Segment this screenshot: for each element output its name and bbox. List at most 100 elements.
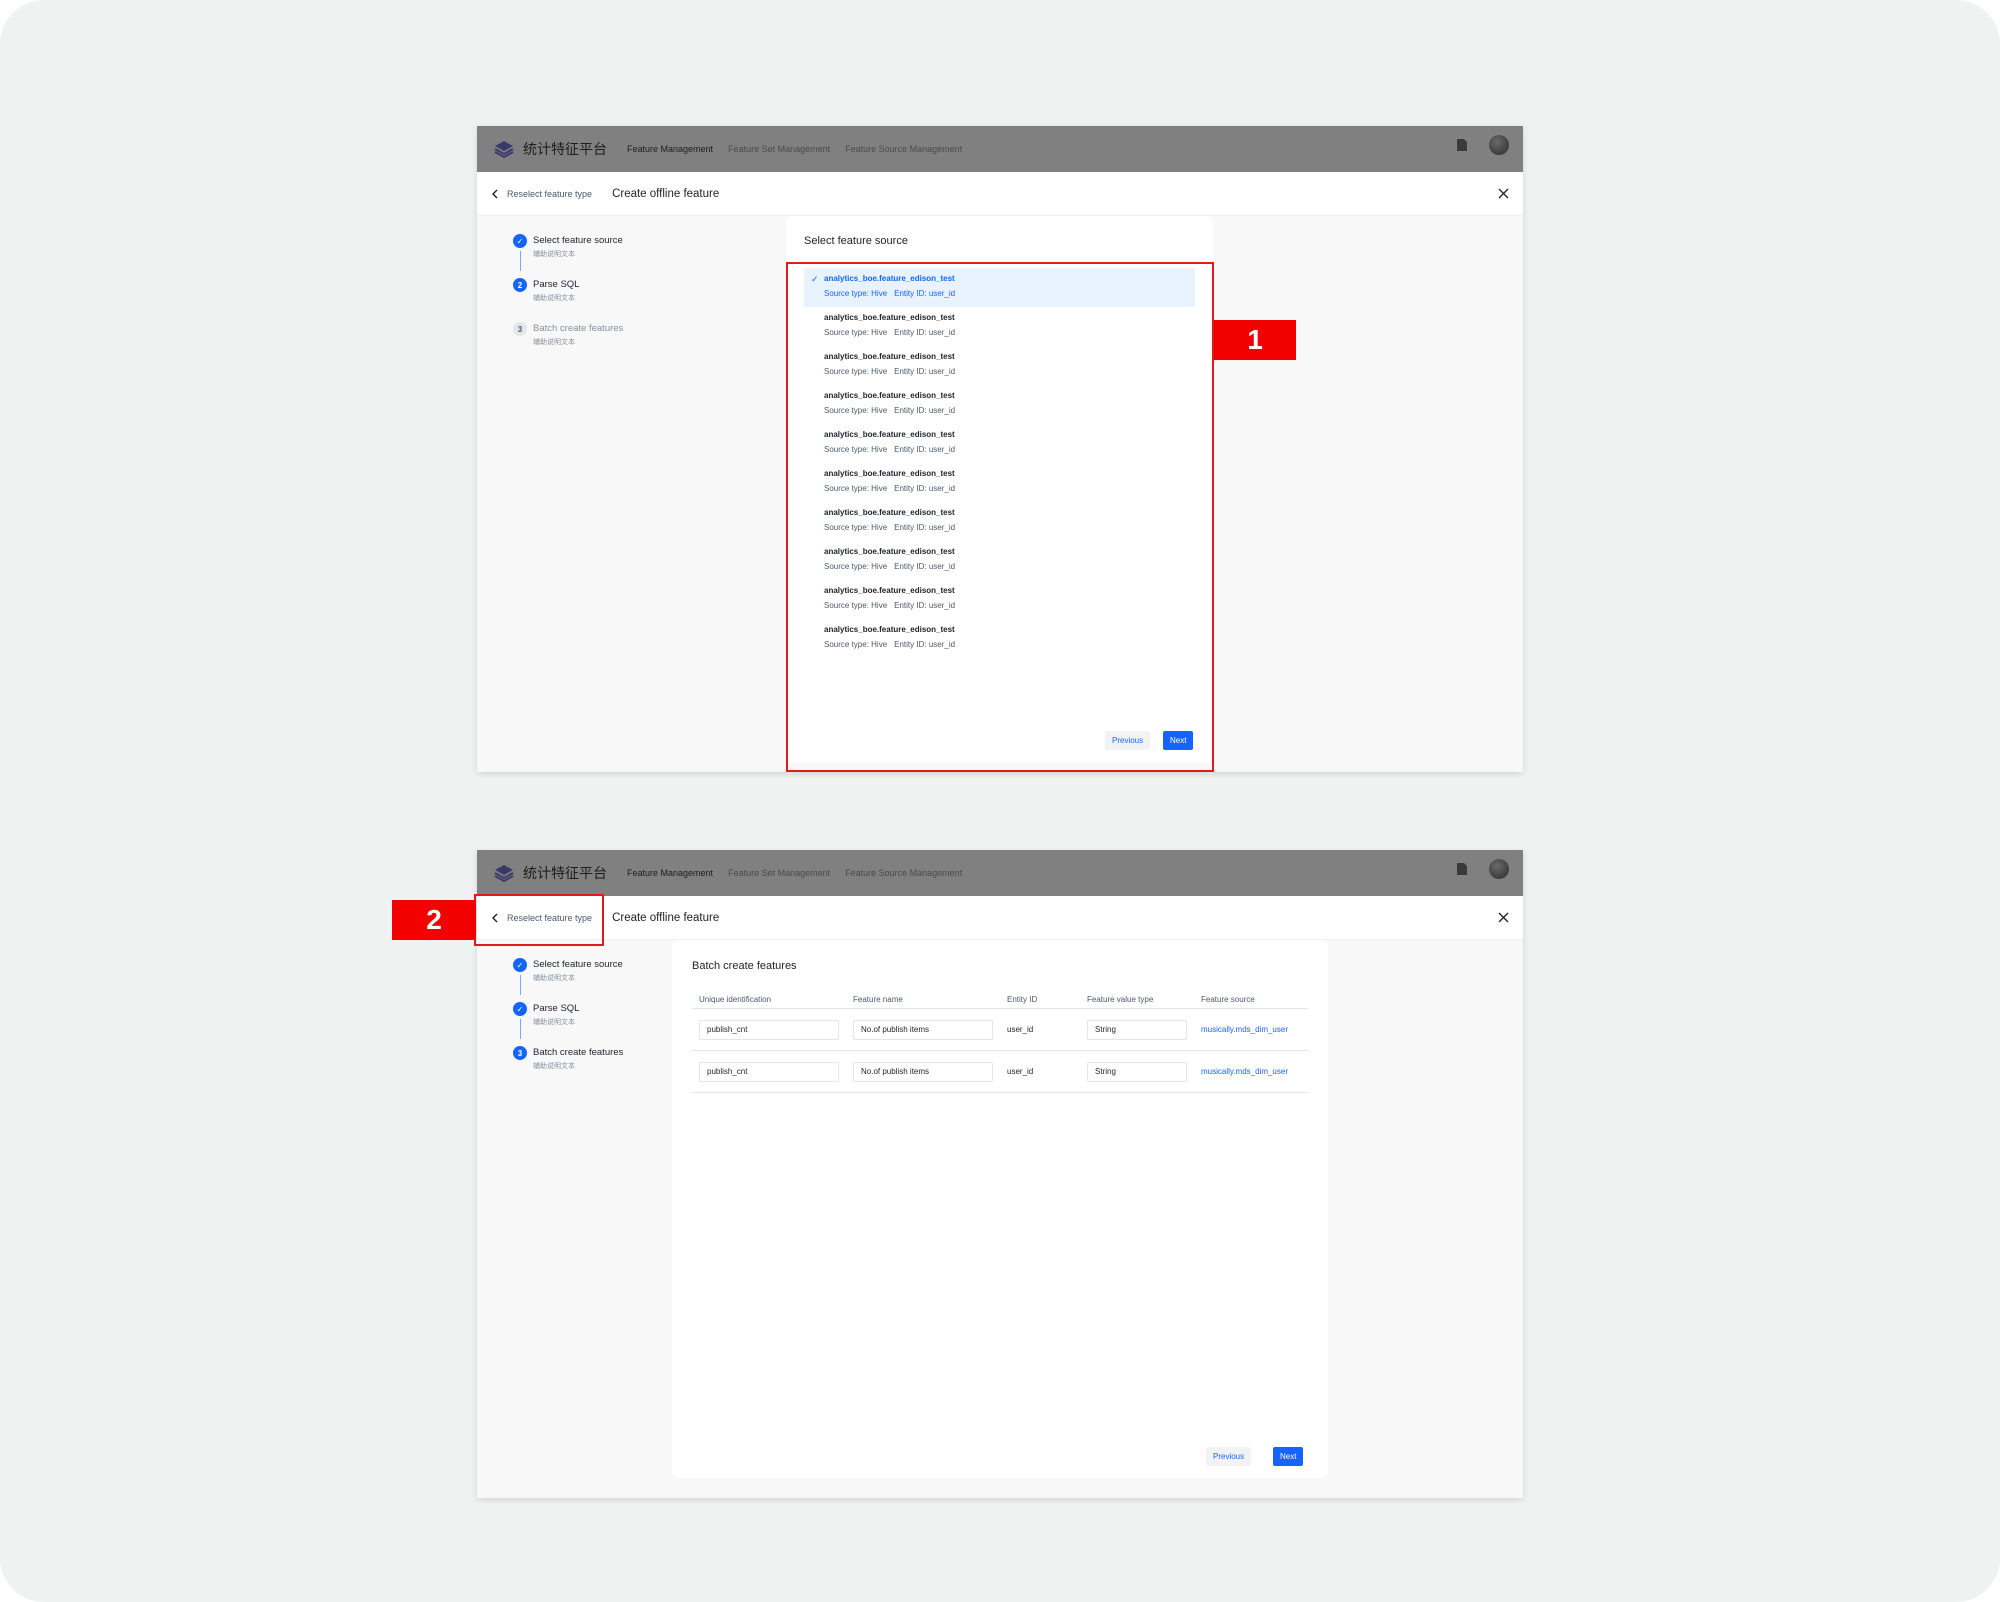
brand-name: 统计特征平台 [523,866,607,882]
brand-name: 统计特征平台 [523,142,607,158]
source-list-item[interactable]: analytics_boe.feature_edison_test Source … [804,307,1195,346]
reselect-back-button[interactable]: Reselect feature type [491,913,612,923]
source-meta: Source type: Hive Entity ID: user_id [824,561,1195,573]
check-icon: ✓ [513,234,527,248]
source-entity: Entity ID: user_id [894,601,956,610]
col-feature-source: Feature source [1201,994,1255,1004]
source-list-item[interactable]: analytics_boe.feature_edison_test Source … [804,541,1195,580]
source-name: analytics_boe.feature_edison_test [824,625,955,634]
feature-source-link[interactable]: musically.mds_dim_user [1194,1067,1308,1076]
screenshot-select-source: 统计特征平台 Feature Management Feature Set Ma… [477,126,1523,772]
reselect-back-button[interactable]: Reselect feature type [491,189,612,199]
nav-feature-management[interactable]: Feature Management [627,144,713,154]
source-type: Source type: Hive [824,601,888,610]
cell-uid: publish_cnt [692,1061,846,1082]
cell-entity: user_id [1007,1025,1034,1034]
cell-value-type: String [1080,1019,1194,1040]
source-list-item[interactable]: analytics_boe.feature_edison_test Source … [804,385,1195,424]
col-entity-id: Entity ID [1007,994,1038,1004]
source-name: analytics_boe.feature_edison_test [824,508,955,517]
source-meta: Source type: Hive Entity ID: user_id [824,366,1195,378]
modal-body: ✓ Select feature source 辅助说明文本 2 Parse S… [477,216,1523,772]
value-type-input[interactable]: String [1087,1019,1187,1040]
source-entity: Entity ID: user_id [894,406,956,415]
panel-title: Batch create features [692,960,797,972]
logo-icon [494,141,514,159]
step-connector [519,1019,521,1039]
source-meta: Source type: Hive Entity ID: user_id [824,327,1195,339]
avatar[interactable] [1489,135,1509,155]
col-feature-name: Feature name [853,994,903,1004]
top-right-actions [1457,135,1509,155]
source-type: Source type: Hive [824,640,888,649]
source-name: analytics_boe.feature_edison_test [824,352,955,361]
uid-input[interactable]: publish_cnt [699,1061,839,1082]
nav-feature-set-management[interactable]: Feature Set Management [728,868,830,878]
feature-name-input[interactable]: No.of publish items [853,1061,993,1082]
source-meta: Source type: Hive Entity ID: user_id [824,600,1195,612]
source-meta: Source type: Hive Entity ID: user_id [824,288,1195,300]
source-list-item[interactable]: analytics_boe.feature_edison_test Source … [804,346,1195,385]
source-type: Source type: Hive [824,562,888,571]
feature-name-input[interactable]: No.of publish items [853,1019,993,1040]
source-entity: Entity ID: user_id [894,640,956,649]
table-header: Unique identification Feature name Entit… [692,990,1308,1009]
source-name: analytics_boe.feature_edison_test [824,547,955,556]
next-button[interactable]: Next [1163,731,1194,750]
logo-icon [494,865,514,883]
step-title: Batch create features [533,323,624,334]
source-list-item[interactable]: analytics_boe.feature_edison_test Source … [804,619,1195,658]
close-icon[interactable] [1498,912,1509,923]
nav-feature-source-management[interactable]: Feature Source Management [845,144,962,154]
source-meta: Source type: Hive Entity ID: user_id [824,639,1195,651]
document-icon[interactable] [1457,139,1467,151]
nav-feature-set-management[interactable]: Feature Set Management [728,144,830,154]
source-list-item[interactable]: ✓ analytics_boe.feature_edison_test Source… [804,268,1195,307]
step-title: Select feature source [533,235,623,246]
back-label: Reselect feature type [507,188,593,199]
source-list: ✓ analytics_boe.feature_edison_test Source… [804,268,1195,658]
source-list-item[interactable]: analytics_boe.feature_edison_test Source … [804,502,1195,541]
step-parse-sql: 2 Parse SQL 辅助说明文本 [513,278,693,322]
value-type-input[interactable]: String [1087,1061,1187,1082]
source-type: Source type: Hive [824,406,888,415]
source-type: Source type: Hive [824,328,888,337]
source-list-item[interactable]: analytics_boe.feature_edison_test Source … [804,424,1195,463]
step-number: 2 [513,278,527,292]
uid-input[interactable]: publish_cnt [699,1019,839,1040]
modal-title: Create offline feature [612,911,720,924]
stepper: ✓ Select feature source 辅助说明文本 2 Parse S… [513,234,693,366]
source-list-item[interactable]: analytics_boe.feature_edison_test Source … [804,580,1195,619]
step-title: Select feature source [533,959,623,970]
nav-feature-management[interactable]: Feature Management [627,868,713,878]
step-select-source: ✓ Select feature source 辅助说明文本 [513,958,693,1002]
source-entity: Entity ID: user_id [894,562,956,571]
step-number: 3 [513,322,527,336]
step-subtitle: 辅助说明文本 [533,974,575,982]
top-navbar: 统计特征平台 Feature Management Feature Set Ma… [477,126,1523,172]
top-right-actions [1457,859,1509,879]
source-name: analytics_boe.feature_edison_test [824,274,955,283]
cell-name: No.of publish items [846,1061,1000,1082]
modal-body: ✓ Select feature source 辅助说明文本 ✓ Parse S… [477,940,1523,1498]
document-icon[interactable] [1457,863,1467,875]
source-entity: Entity ID: user_id [894,328,956,337]
close-icon[interactable] [1498,188,1509,199]
top-navbar: 统计特征平台 Feature Management Feature Set Ma… [477,850,1523,896]
source-entity: Entity ID: user_id [894,484,956,493]
previous-button[interactable]: Previous [1206,1447,1252,1466]
table-row: publish_cnt No.of publish items user_id … [692,1009,1308,1051]
source-meta: Source type: Hive Entity ID: user_id [824,483,1195,495]
marker-2: 2 [392,900,476,940]
modal-title: Create offline feature [612,187,720,200]
avatar[interactable] [1489,859,1509,879]
feature-source-link[interactable]: musically.mds_dim_user [1194,1025,1308,1034]
next-button[interactable]: Next [1273,1447,1304,1466]
previous-button[interactable]: Previous [1105,731,1151,750]
source-list-item[interactable]: analytics_boe.feature_edison_test Source … [804,463,1195,502]
cell-name: No.of publish items [846,1019,1000,1040]
nav-feature-source-management[interactable]: Feature Source Management [845,868,962,878]
cell-uid: publish_cnt [692,1019,846,1040]
source-type: Source type: Hive [824,445,888,454]
step-title: Parse SQL [533,279,580,290]
